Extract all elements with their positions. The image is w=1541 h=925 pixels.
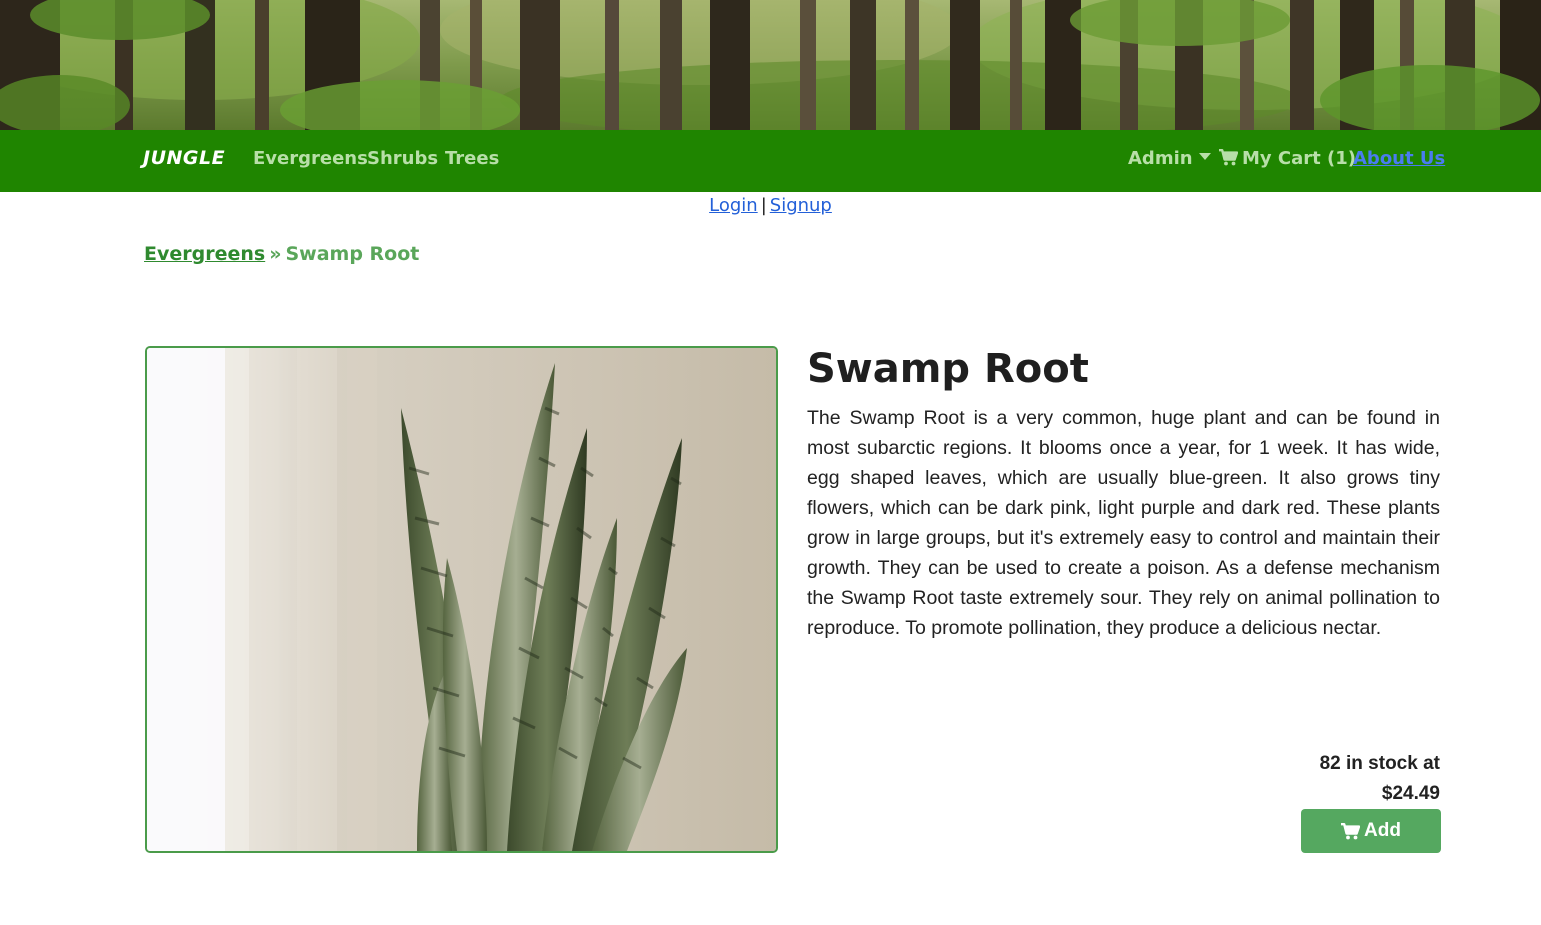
my-cart-label: My Cart (1)	[1242, 148, 1356, 169]
stock-and-price: 82 in stock at $24.49	[1140, 749, 1440, 809]
caret-down-icon	[1198, 153, 1211, 160]
breadcrumb-category-link[interactable]: Evergreens	[144, 243, 265, 265]
nav-link-shrubs[interactable]: Shrubs	[367, 148, 438, 169]
shopping-cart-icon	[1341, 822, 1361, 839]
auth-links: Login | Signup	[0, 195, 1541, 216]
breadcrumb: Evergreens» Swamp Root	[144, 243, 419, 265]
nav-link-evergreens[interactable]: Evergreens	[253, 148, 368, 169]
forest-banner-image	[0, 0, 1541, 130]
admin-dropdown[interactable]: Admin	[1128, 148, 1211, 169]
forest-banner	[0, 0, 1541, 130]
login-link[interactable]: Login	[709, 195, 758, 216]
product-image	[145, 346, 778, 853]
brand-logo[interactable]: JUNGLE	[143, 147, 225, 169]
add-to-cart-button[interactable]: Add	[1301, 809, 1441, 853]
my-cart-link[interactable]: My Cart (1)	[1219, 148, 1356, 169]
product-price: $24.49	[1381, 783, 1440, 804]
signup-link[interactable]: Signup	[770, 195, 832, 216]
main-navbar: JUNGLE Evergreens Shrubs Trees Admin My …	[0, 130, 1541, 192]
shopping-cart-icon	[1219, 149, 1238, 166]
product-description: The Swamp Root is a very common, huge pl…	[807, 407, 1440, 639]
breadcrumb-separator: »	[269, 243, 282, 265]
breadcrumb-current: Swamp Root	[285, 243, 420, 265]
product-title: Swamp Root	[807, 346, 1089, 392]
nav-link-trees[interactable]: Trees	[445, 148, 499, 169]
about-us-link[interactable]: About Us	[1353, 148, 1445, 169]
admin-dropdown-label: Admin	[1128, 148, 1193, 169]
stock-count: 82 in stock at	[1319, 753, 1440, 774]
auth-separator: |	[760, 195, 767, 216]
snake-plant-photo	[147, 348, 776, 851]
add-button-label: Add	[1364, 820, 1401, 841]
